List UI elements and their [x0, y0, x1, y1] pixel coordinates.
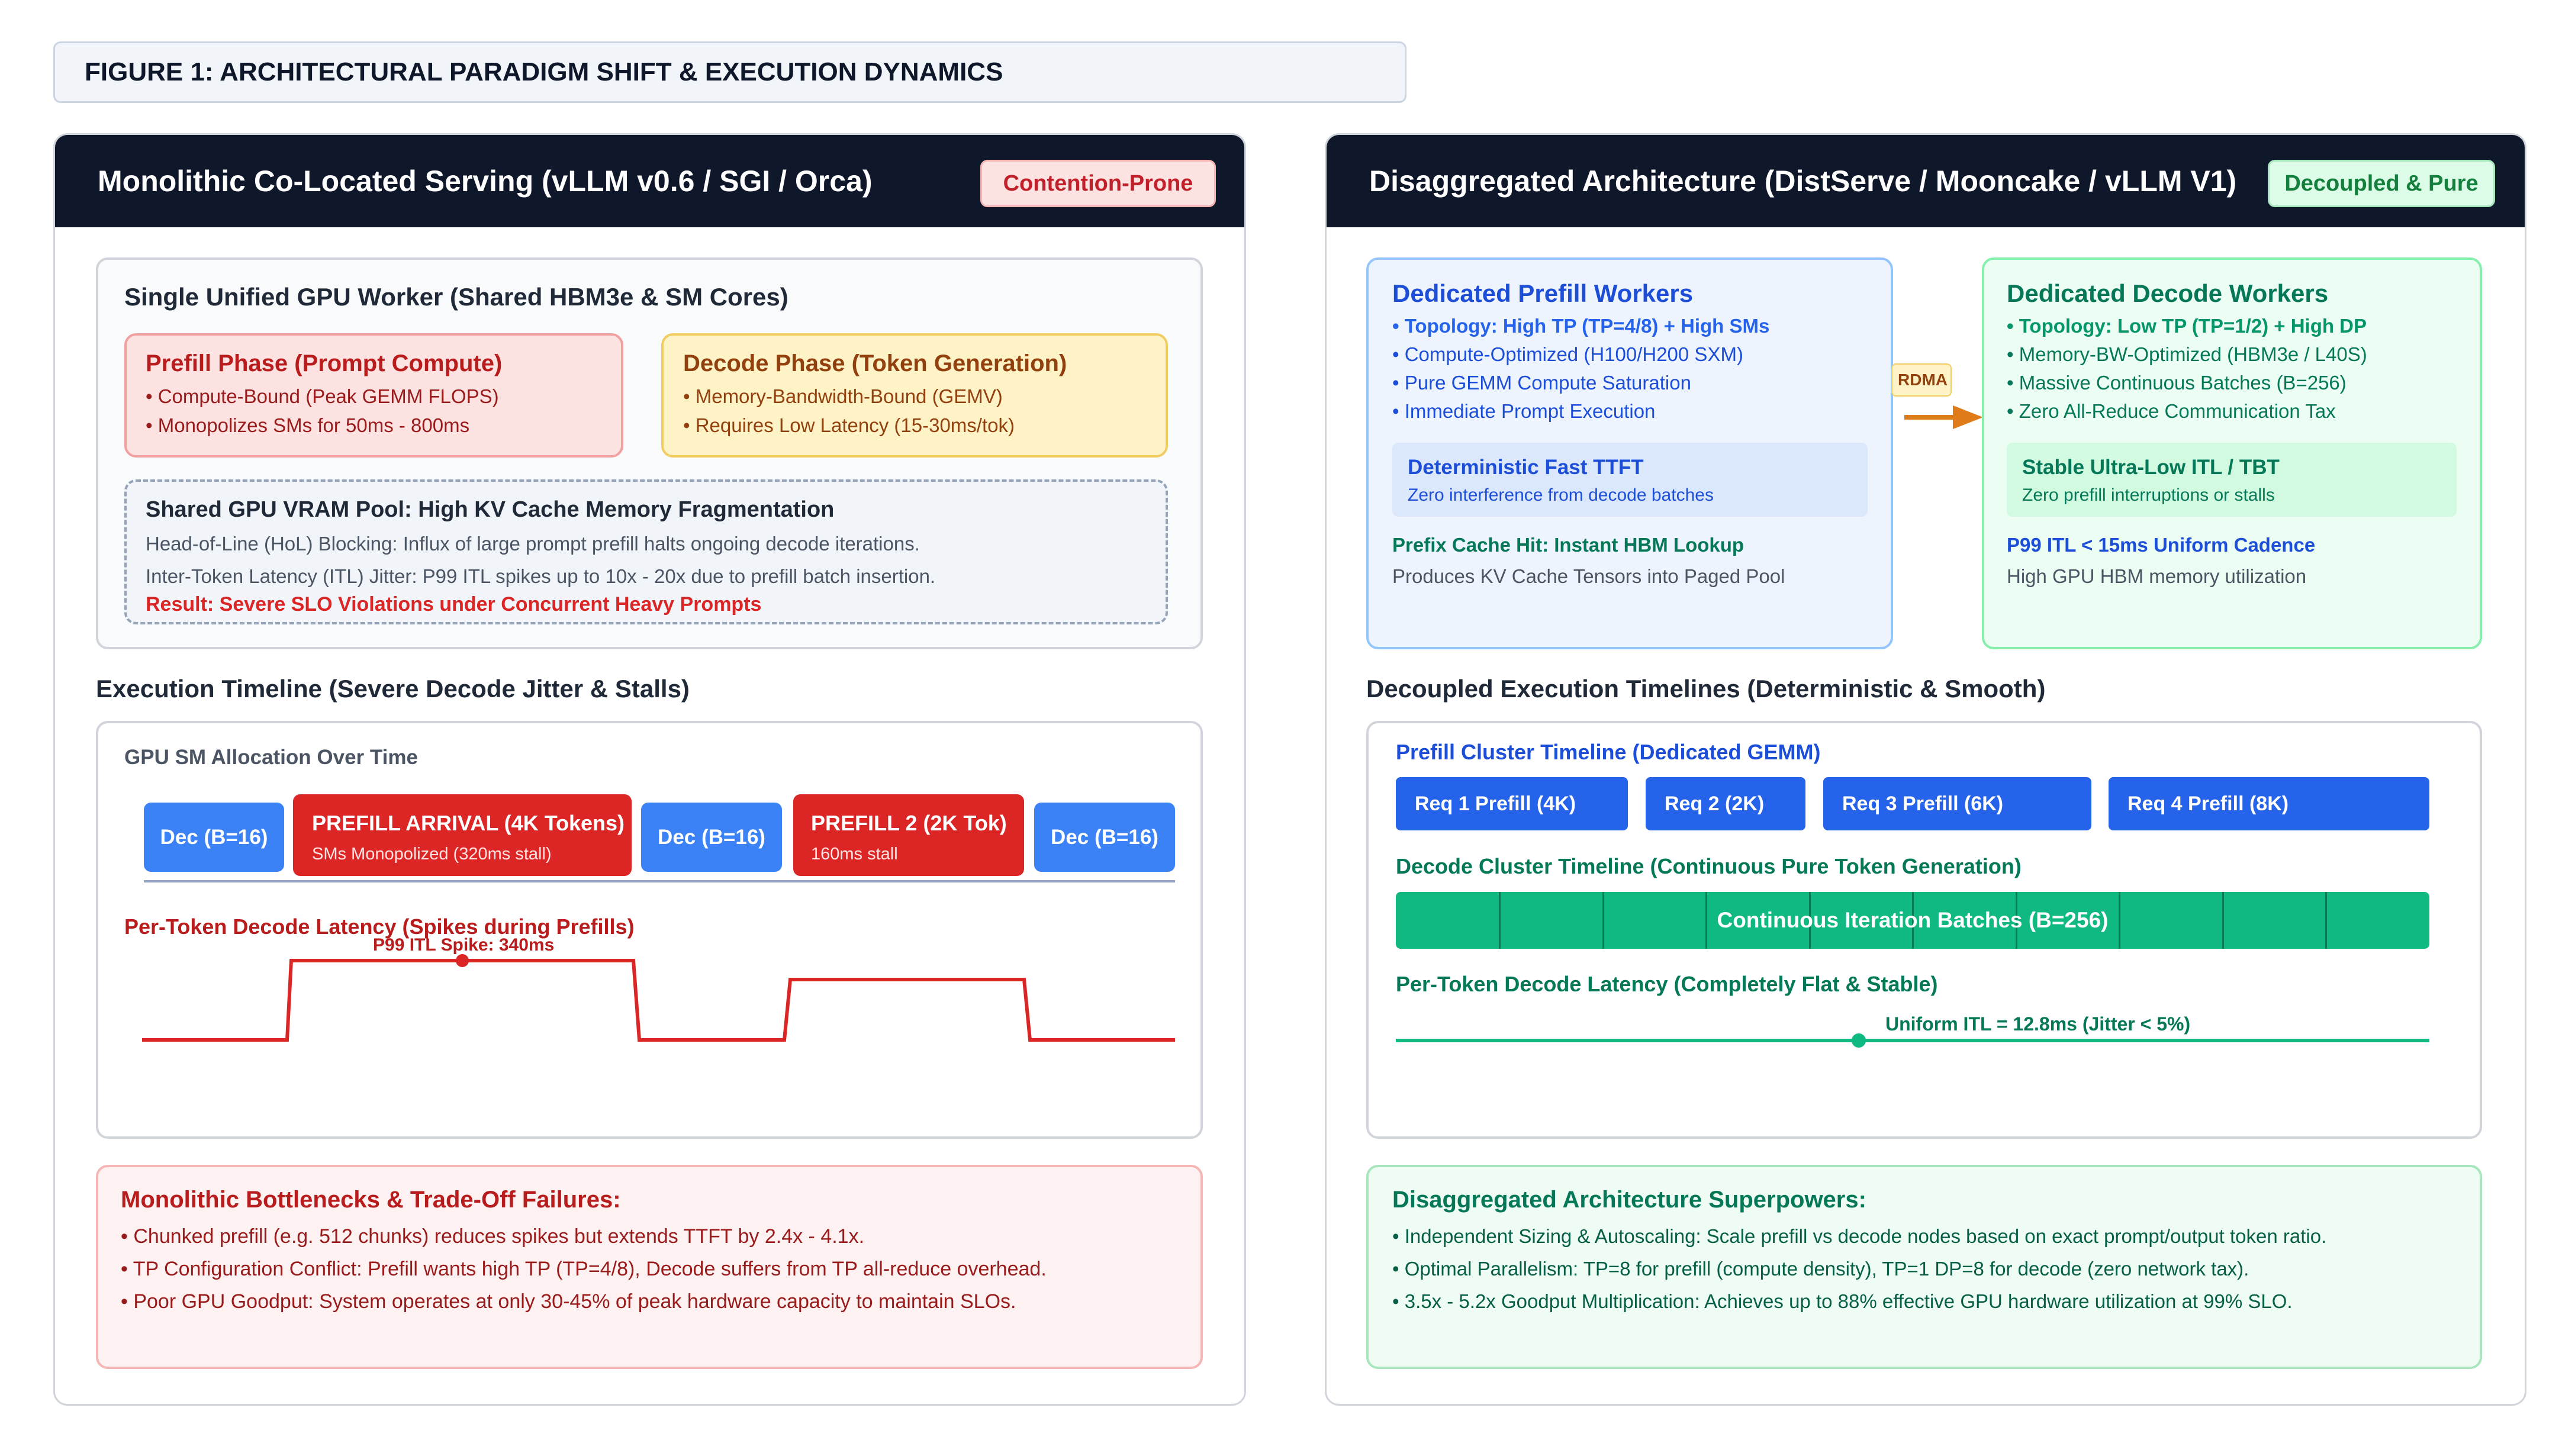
prefill-topology: • Topology: High TP (TP=4/8) + High SMs [1392, 315, 1770, 337]
prefill-worker-bullet: • Immediate Prompt Execution [1392, 400, 1656, 422]
decode-worker-bullet: • Zero All-Reduce Communication Tax [2007, 400, 2336, 422]
prefix-cache-title: Prefix Cache Hit: Instant HBM Lookup [1392, 534, 1744, 556]
superpowers-title: Disaggregated Architecture Superpowers: [1392, 1187, 1866, 1213]
fast-ttft-title: Deterministic Fast TTFT [1408, 456, 1644, 479]
uniform-itl-label: Uniform ITL = 12.8ms (Jitter < 5%) [1885, 1013, 2191, 1035]
decode-worker-bullet: • Massive Continuous Batches (B=256) [2007, 372, 2347, 394]
flat-latency-marker [1852, 1033, 1866, 1048]
continuous-batches-bar: Continuous Iteration Batches (B=256) [1396, 892, 2429, 949]
prefill-request-label: Req 3 Prefill (6K) [1842, 792, 2004, 815]
flat-latency-label: Per-Token Decode Latency (Completely Fla… [1396, 972, 1938, 996]
prefill-request-block: Req 1 Prefill (4K) [1396, 777, 1628, 830]
bottleneck-bullet: • Poor GPU Goodput: System operates at o… [121, 1290, 1016, 1313]
fast-ttft-sub: Zero interference from decode batches [1408, 485, 1714, 505]
superpower-bullet: • Independent Sizing & Autoscaling: Scal… [1392, 1225, 2327, 1247]
decode-cluster-label: Decode Cluster Timeline (Continuous Pure… [1396, 854, 2022, 878]
stable-itl-title: Stable Ultra-Low ITL / TBT [2022, 456, 2280, 479]
rdma-arrow-icon [1904, 405, 1983, 429]
flat-latency-line [1396, 1039, 2429, 1042]
prefill-request-block: Req 3 Prefill (6K) [1823, 777, 2091, 830]
prefill-workers-title: Dedicated Prefill Workers [1392, 279, 1694, 307]
prefill-request-label: Req 1 Prefill (4K) [1415, 792, 1576, 815]
fast-ttft-highlight [1392, 443, 1868, 517]
decoupled-badge: Decoupled & Pure [2268, 160, 2495, 207]
disaggregated-panel-title: Disaggregated Architecture (DistServe / … [1369, 165, 2237, 198]
prefill-request-label: Req 4 Prefill (8K) [2127, 792, 2289, 815]
superpower-bullet: • 3.5x - 5.2x Goodput Multiplication: Ac… [1392, 1290, 2293, 1312]
bottlenecks-title: Monolithic Bottlenecks & Trade-Off Failu… [121, 1187, 621, 1213]
prefill-request-block: Req 4 Prefill (8K) [2109, 777, 2429, 830]
stable-itl-highlight [2007, 443, 2457, 517]
prefill-request-label: Req 2 (2K) [1665, 792, 1765, 815]
prefill-worker-bullet: • Pure GEMM Compute Saturation [1392, 372, 1691, 394]
prefill-worker-bullet: • Compute-Optimized (H100/H200 SXM) [1392, 343, 1743, 365]
prefix-cache-sub: Produces KV Cache Tensors into Paged Poo… [1392, 565, 1785, 587]
p99-itl-title: P99 ITL < 15ms Uniform Cadence [2007, 534, 2316, 556]
continuous-batches-label: Continuous Iteration Batches (B=256) [1717, 908, 2109, 932]
decode-workers-title: Dedicated Decode Workers [2007, 279, 2329, 307]
stable-itl-sub: Zero prefill interruptions or stalls [2022, 485, 2275, 505]
bottleneck-bullet: • Chunked prefill (e.g. 512 chunks) redu… [121, 1225, 865, 1248]
decoupled-timelines-title: Decoupled Execution Timelines (Determini… [1366, 675, 2046, 703]
prefill-cluster-label: Prefill Cluster Timeline (Dedicated GEMM… [1396, 740, 1821, 764]
prefill-request-block: Req 2 (2K) [1646, 777, 1805, 830]
superpower-bullet: • Optimal Parallelism: TP=8 for prefill … [1392, 1258, 2249, 1280]
bottleneck-bullet: • TP Configuration Conflict: Prefill wan… [121, 1258, 1047, 1280]
hbm-utilization-sub: High GPU HBM memory utilization [2007, 565, 2307, 587]
decode-topology: • Topology: Low TP (TP=1/2) + High DP [2007, 315, 2367, 337]
disaggregated-panel-header: Disaggregated Architecture (DistServe / … [1327, 135, 2525, 227]
rdma-label: RDMA [1898, 371, 1948, 389]
decode-worker-bullet: • Memory-BW-Optimized (HBM3e / L40S) [2007, 343, 2367, 365]
